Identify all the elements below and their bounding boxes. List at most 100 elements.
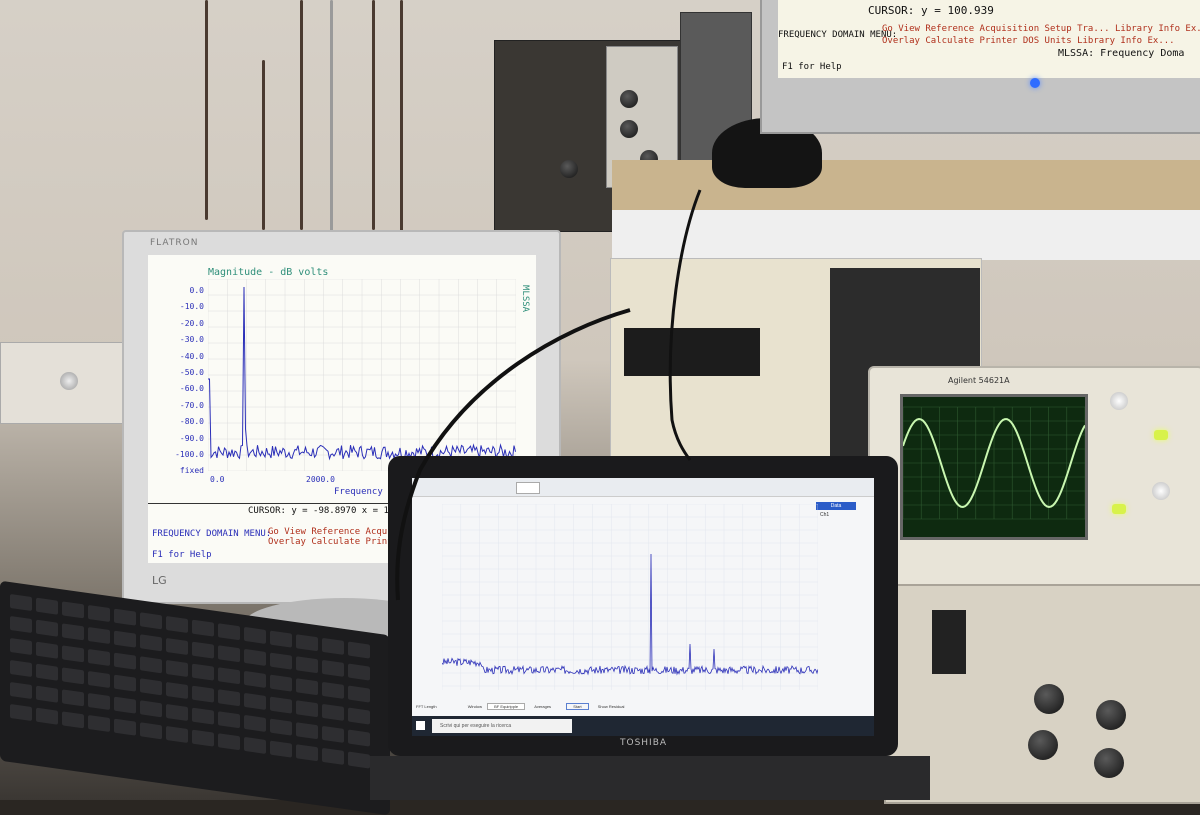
keyboard-key[interactable]	[192, 707, 214, 725]
graph-title: Magnitude - dB volts	[208, 267, 329, 278]
keyboard-key[interactable]	[88, 670, 110, 689]
keyboard-key[interactable]	[140, 612, 162, 630]
keyboard-key[interactable]	[140, 634, 162, 652]
keyboard-key[interactable]	[244, 648, 266, 666]
keyboard-key[interactable]	[192, 663, 214, 681]
keyboard-key[interactable]	[166, 637, 188, 656]
keyboard-key[interactable]	[322, 637, 344, 655]
toolbar-dropdown[interactable]	[516, 482, 540, 494]
keyboard-key[interactable]	[88, 714, 110, 733]
keyboard-key[interactable]	[296, 744, 318, 762]
keyboard-key[interactable]	[62, 623, 84, 641]
keyboard-key[interactable]	[322, 681, 344, 699]
keyboard-key[interactable]	[166, 725, 188, 744]
keyboard-key[interactable]	[296, 700, 318, 718]
keyboard-key[interactable]	[192, 729, 214, 747]
keyboard-key[interactable]	[192, 641, 214, 659]
keyboard-key[interactable]	[218, 623, 240, 641]
keyboard-key[interactable]	[244, 692, 266, 710]
laptop-spectrum-plot	[442, 504, 818, 690]
keyboard-key[interactable]	[270, 696, 292, 714]
keyboard-key[interactable]	[166, 659, 188, 678]
keyboard-key[interactable]	[62, 689, 84, 707]
keyboard-key[interactable]	[192, 685, 214, 703]
keyboard-key[interactable]	[270, 740, 292, 758]
keyboard-key[interactable]	[10, 593, 32, 612]
keyboard-key[interactable]	[140, 678, 162, 696]
keyboard-key[interactable]	[140, 700, 162, 718]
keyboard-key[interactable]	[218, 733, 240, 751]
keyboard-key[interactable]	[296, 656, 318, 674]
keyboard-key[interactable]	[244, 714, 266, 732]
keyboard-key[interactable]	[88, 626, 110, 645]
keyboard-key[interactable]	[10, 681, 32, 700]
keyboard-key[interactable]	[270, 674, 292, 692]
keyboard-key[interactable]	[348, 663, 370, 681]
generator-knob[interactable]	[1034, 684, 1064, 714]
keyboard-key[interactable]	[270, 652, 292, 670]
keyboard-key[interactable]	[62, 667, 84, 685]
keyboard-key[interactable]	[218, 667, 240, 685]
keyboard-key[interactable]	[348, 685, 370, 703]
generator-knob[interactable]	[1028, 730, 1058, 760]
generator-knob[interactable]	[1094, 748, 1124, 778]
keyboard-key[interactable]	[166, 615, 188, 634]
keyboard-key[interactable]	[348, 707, 370, 725]
keyboard-key[interactable]	[348, 751, 370, 769]
keyboard-key[interactable]	[218, 711, 240, 729]
keyboard-key[interactable]	[36, 619, 58, 637]
keyboard-key[interactable]	[140, 656, 162, 674]
taskbar-search-input[interactable]: Scrivi qui per eseguire la ricerca	[432, 719, 572, 733]
keyboard-key[interactable]	[244, 670, 266, 688]
keyboard-key[interactable]	[322, 725, 344, 743]
keyboard-key[interactable]	[322, 747, 344, 765]
keyboard-key[interactable]	[36, 685, 58, 703]
keyboard-key[interactable]	[244, 626, 266, 644]
keyboard-key[interactable]	[36, 663, 58, 681]
keyboard-key[interactable]	[218, 645, 240, 663]
keyboard-key[interactable]	[270, 630, 292, 648]
keyboard-key[interactable]	[114, 696, 136, 714]
keyboard-key[interactable]	[114, 718, 136, 736]
keyboard-key[interactable]	[270, 718, 292, 736]
scope-knob[interactable]	[1152, 482, 1170, 500]
keyboard-key[interactable]	[166, 703, 188, 722]
keyboard-key[interactable]	[322, 703, 344, 721]
keyboard-key[interactable]	[114, 630, 136, 648]
y-tick-label: -20.0	[179, 318, 204, 328]
hanging-cable	[400, 0, 403, 238]
keyboard-key[interactable]	[10, 659, 32, 678]
scope-knob[interactable]	[1110, 392, 1128, 410]
keyboard-key[interactable]	[296, 678, 318, 696]
keyboard-key[interactable]	[88, 692, 110, 711]
keyboard-key[interactable]	[218, 689, 240, 707]
keyboard-key[interactable]	[36, 707, 58, 725]
keyboard-key[interactable]	[114, 652, 136, 670]
windows-start-icon[interactable]	[416, 721, 425, 730]
keyboard-key[interactable]	[10, 615, 32, 634]
keyboard-key[interactable]	[322, 659, 344, 677]
keyboard-key[interactable]	[62, 645, 84, 663]
keyboard-key[interactable]	[348, 729, 370, 747]
keyboard-key[interactable]	[10, 637, 32, 656]
keyboard-key[interactable]	[166, 681, 188, 700]
keyboard-key[interactable]	[192, 619, 214, 637]
keyboard-key[interactable]	[36, 641, 58, 659]
keyboard-key[interactable]	[88, 604, 110, 623]
keyboard-key[interactable]	[62, 711, 84, 729]
start-button[interactable]: Start	[566, 703, 589, 710]
keyboard-key[interactable]	[244, 736, 266, 754]
keyboard-key[interactable]	[114, 608, 136, 626]
keyboard-key[interactable]	[10, 703, 32, 722]
keyboard-key[interactable]	[348, 641, 370, 659]
generator-knob[interactable]	[1096, 700, 1126, 730]
keyboard-key[interactable]	[36, 597, 58, 615]
keyboard-key[interactable]	[62, 601, 84, 619]
keyboard-key[interactable]	[296, 722, 318, 740]
keyboard-key[interactable]	[88, 648, 110, 667]
keyboard-key[interactable]	[296, 634, 318, 652]
legend-item[interactable]: Ch1	[820, 512, 829, 518]
keyboard-key[interactable]	[114, 674, 136, 692]
keyboard-key[interactable]	[140, 722, 162, 740]
top-menu-label: FREQUENCY DOMAIN MENU:	[778, 30, 898, 40]
